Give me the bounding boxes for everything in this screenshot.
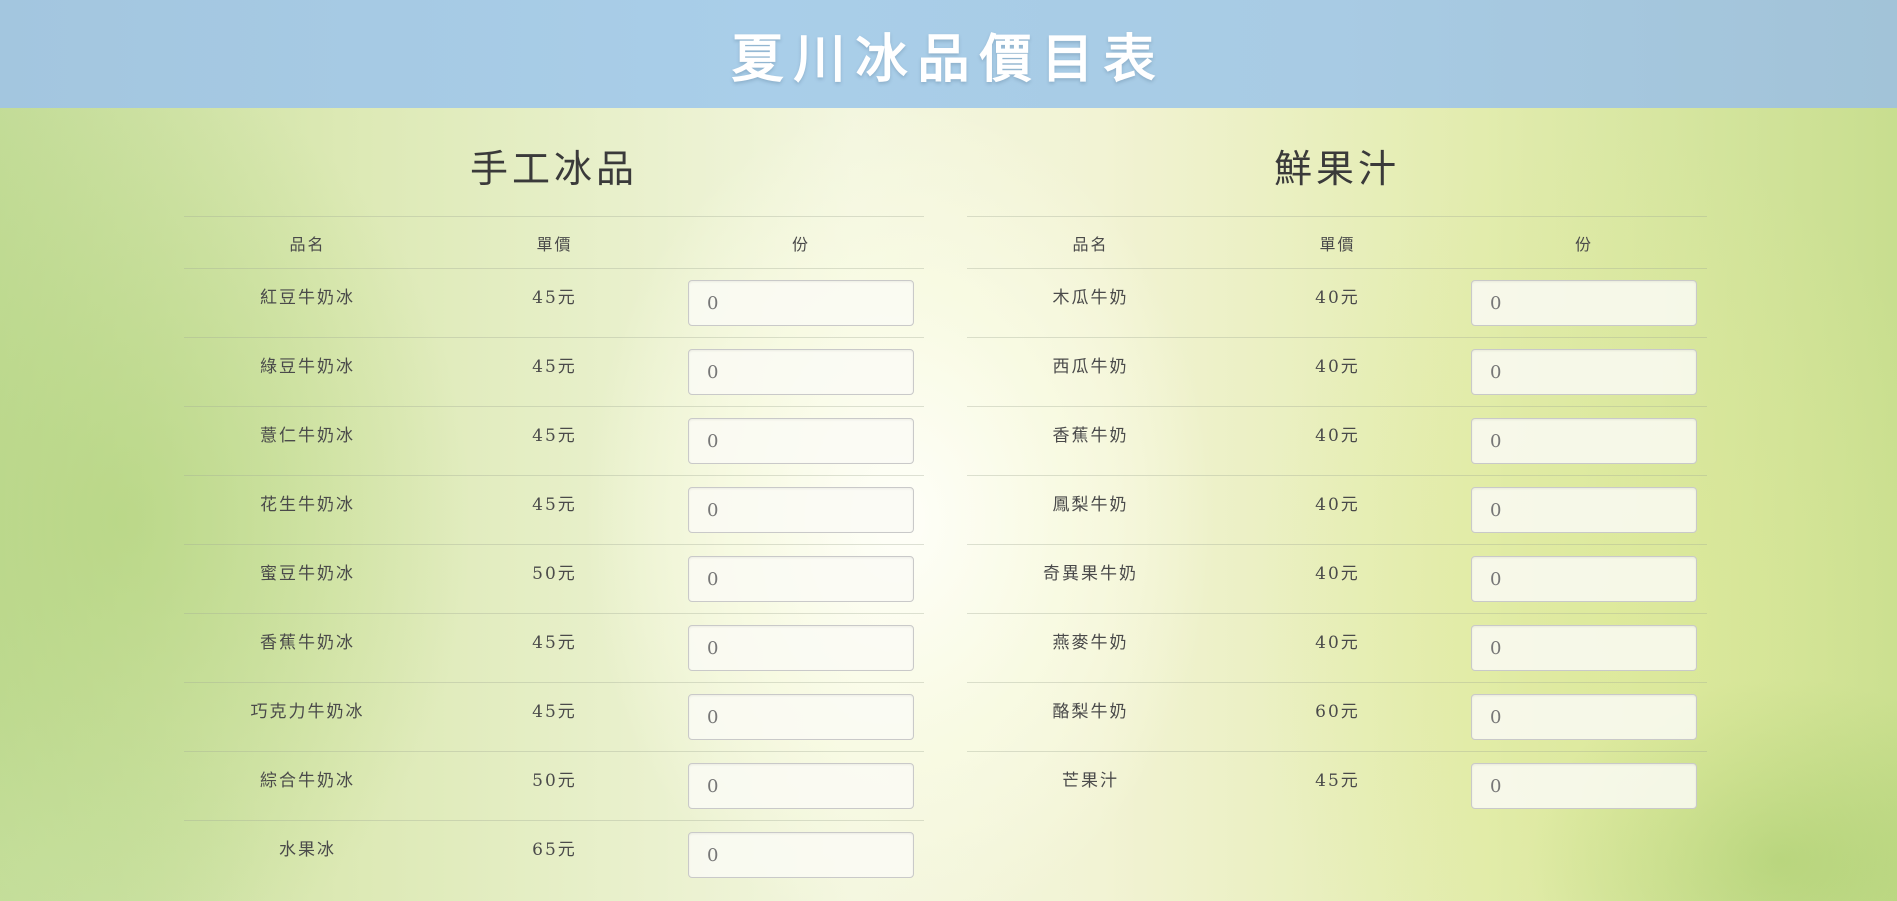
item-name: 綠豆牛奶冰 [184,337,431,407]
column-header-qty: 份 [1461,216,1707,269]
table-row: 綜合牛奶冰 50元 [184,751,924,821]
table-header-row: 品名 單價 份 [967,216,1707,269]
quantity-input[interactable] [688,694,914,740]
quantity-input[interactable] [1471,349,1697,395]
column-header-qty: 份 [678,216,924,269]
item-name: 香蕉牛奶 [967,406,1214,476]
table-row: 花生牛奶冰 45元 [184,475,924,545]
item-name: 水果冰 [184,820,431,890]
item-price: 40元 [1214,475,1461,545]
item-price: 40元 [1214,613,1461,683]
quantity-input[interactable] [1471,487,1697,533]
item-price: 40元 [1214,406,1461,476]
item-price: 45元 [431,406,678,476]
table-row: 蜜豆牛奶冰 50元 [184,544,924,614]
quantity-input[interactable] [688,763,914,809]
section-handmade-ice: 手工冰品 品名 單價 份 紅豆牛奶冰 45元 綠豆牛奶冰 45元 薏仁牛奶冰 [184,108,924,890]
table-row: 香蕉牛奶 40元 [967,406,1707,476]
quantity-input[interactable] [1471,418,1697,464]
table-row: 紅豆牛奶冰 45元 [184,268,924,338]
table-row: 香蕉牛奶冰 45元 [184,613,924,683]
quantity-input[interactable] [688,280,914,326]
item-name: 香蕉牛奶冰 [184,613,431,683]
section-fresh-juice: 鮮果汁 品名 單價 份 木瓜牛奶 40元 西瓜牛奶 40元 香蕉牛奶 40元 [967,108,1707,821]
table-header-row: 品名 單價 份 [184,216,924,269]
item-name: 酪梨牛奶 [967,682,1214,752]
item-name: 綜合牛奶冰 [184,751,431,821]
page-header: 夏川冰品價目表 [0,0,1897,108]
item-price: 60元 [1214,682,1461,752]
quantity-input[interactable] [688,349,914,395]
quantity-input[interactable] [688,832,914,878]
quantity-input[interactable] [1471,763,1697,809]
item-name: 蜜豆牛奶冰 [184,544,431,614]
table-row: 芒果汁 45元 [967,751,1707,821]
column-header-price: 單價 [431,216,678,269]
column-header-price: 單價 [1214,216,1461,269]
price-table: 品名 單價 份 紅豆牛奶冰 45元 綠豆牛奶冰 45元 薏仁牛奶冰 45元 [184,216,924,890]
item-price: 45元 [431,337,678,407]
column-header-name: 品名 [967,216,1214,269]
table-row: 木瓜牛奶 40元 [967,268,1707,338]
item-name: 薏仁牛奶冰 [184,406,431,476]
column-header-name: 品名 [184,216,431,269]
item-price: 45元 [431,475,678,545]
price-table: 品名 單價 份 木瓜牛奶 40元 西瓜牛奶 40元 香蕉牛奶 40元 [967,216,1707,821]
item-name: 芒果汁 [967,751,1214,821]
table-row: 水果冰 65元 [184,820,924,890]
quantity-input[interactable] [688,556,914,602]
item-price: 45元 [431,613,678,683]
item-price: 45元 [431,682,678,752]
quantity-input[interactable] [1471,694,1697,740]
table-row: 巧克力牛奶冰 45元 [184,682,924,752]
table-row: 燕麥牛奶 40元 [967,613,1707,683]
item-name: 花生牛奶冰 [184,475,431,545]
quantity-input[interactable] [1471,556,1697,602]
page-title: 夏川冰品價目表 [731,28,1166,90]
quantity-input[interactable] [1471,625,1697,671]
item-name: 巧克力牛奶冰 [184,682,431,752]
item-name: 西瓜牛奶 [967,337,1214,407]
item-price: 45元 [1214,751,1461,821]
table-row: 西瓜牛奶 40元 [967,337,1707,407]
table-row: 薏仁牛奶冰 45元 [184,406,924,476]
section-title: 鮮果汁 [1273,147,1400,191]
item-price: 40元 [1214,544,1461,614]
table-row: 奇異果牛奶 40元 [967,544,1707,614]
item-price: 40元 [1214,268,1461,338]
quantity-input[interactable] [688,625,914,671]
item-name: 紅豆牛奶冰 [184,268,431,338]
item-name: 燕麥牛奶 [967,613,1214,683]
quantity-input[interactable] [688,418,914,464]
item-price: 65元 [431,820,678,890]
table-row: 綠豆牛奶冰 45元 [184,337,924,407]
quantity-input[interactable] [688,487,914,533]
item-price: 50元 [431,544,678,614]
table-row: 酪梨牛奶 60元 [967,682,1707,752]
quantity-input[interactable] [1471,280,1697,326]
item-price: 50元 [431,751,678,821]
item-price: 40元 [1214,337,1461,407]
item-name: 木瓜牛奶 [967,268,1214,338]
item-name: 奇異果牛奶 [967,544,1214,614]
item-price: 45元 [431,268,678,338]
item-name: 鳳梨牛奶 [967,475,1214,545]
section-title: 手工冰品 [469,147,638,191]
table-row: 鳳梨牛奶 40元 [967,475,1707,545]
